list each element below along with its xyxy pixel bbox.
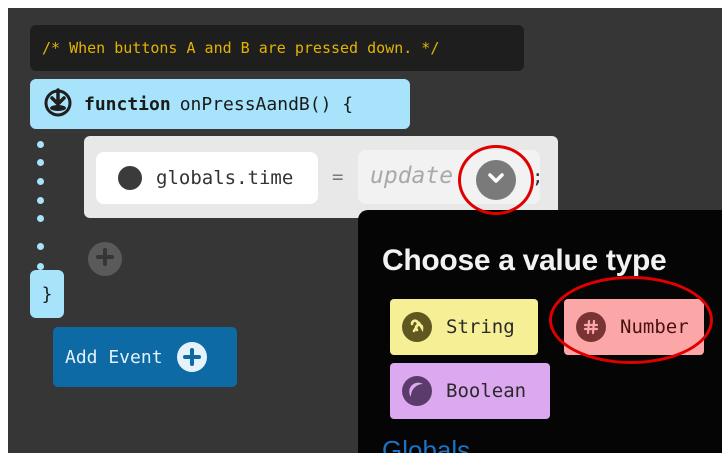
boolean-type-button[interactable]: Boolean: [390, 363, 550, 419]
string-type-button[interactable]: String: [390, 299, 538, 355]
function-keyword: function: [84, 93, 171, 115]
boolean-type-label: Boolean: [446, 380, 527, 402]
boolean-icon: [402, 376, 432, 406]
function-name: onPressAandB() {: [179, 93, 354, 115]
code-editor: /* When buttons A and B are pressed down…: [8, 8, 722, 453]
add-event-button[interactable]: Add Event: [53, 327, 237, 387]
gutter-dot: [37, 263, 44, 270]
download-event-icon: [42, 86, 74, 123]
plus-icon: [176, 342, 207, 372]
gutter-dot: [37, 215, 44, 222]
gutter-dot: [37, 178, 44, 185]
chevron-down-icon: [485, 167, 507, 193]
assignment-statement[interactable]: globals.time = update ;: [84, 136, 558, 218]
value-type-dropdown-button[interactable]: [476, 160, 516, 200]
add-event-label: Add Event: [65, 346, 163, 368]
number-type-button[interactable]: Number: [564, 299, 704, 355]
comment-block[interactable]: /* When buttons A and B are pressed down…: [30, 25, 524, 71]
gutter-dot: [37, 197, 44, 204]
block-gutter: [32, 133, 50, 273]
variable-pill[interactable]: globals.time: [96, 152, 318, 204]
value-slot[interactable]: update: [358, 150, 540, 204]
value-type-popup: Choose a value type String Number Boolea…: [358, 210, 722, 453]
plus-icon: [95, 247, 115, 271]
statement-terminator: ;: [532, 166, 544, 188]
function-header-block[interactable]: function onPressAandB() {: [30, 79, 410, 129]
string-icon: [402, 312, 432, 342]
gutter-dot: [37, 141, 44, 148]
number-type-label: Number: [620, 316, 689, 338]
assignment-operator: =: [332, 166, 344, 188]
string-type-label: String: [446, 316, 515, 338]
value-placeholder: update: [370, 163, 454, 189]
function-close-brace: }: [30, 270, 64, 318]
gutter-dot: [37, 159, 44, 166]
gutter-dot: [37, 243, 44, 250]
variable-name: globals.time: [156, 167, 294, 189]
hash-icon: [576, 312, 606, 342]
globals-section-label[interactable]: Globals: [382, 435, 470, 453]
circle-icon: [118, 166, 142, 190]
add-statement-button[interactable]: [88, 242, 122, 276]
popup-title: Choose a value type: [382, 244, 667, 277]
